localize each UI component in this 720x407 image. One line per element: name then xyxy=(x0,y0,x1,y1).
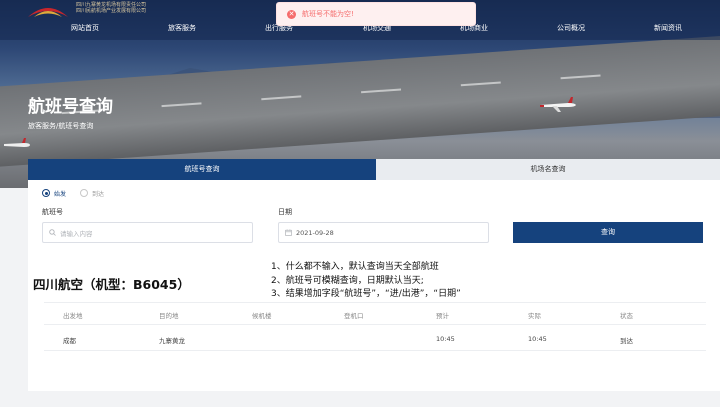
error-icon: ✕ xyxy=(287,9,296,19)
table-divider xyxy=(44,302,706,303)
tab-flight-number[interactable]: 航班号查询 xyxy=(28,159,376,180)
cell-scheduled: 10:45 xyxy=(436,335,455,343)
search-button[interactable]: 查询 xyxy=(513,222,703,243)
airplane-image xyxy=(540,97,576,112)
logo-text: 四川九寨黄龙机场有限责任公司 四川民航机场产业发展有限公司 xyxy=(76,2,146,14)
column-header-destination: 目的地 xyxy=(159,312,179,320)
radio-departure[interactable]: 始发 xyxy=(42,189,66,198)
nav-item-home[interactable]: 网站首页 xyxy=(71,23,99,33)
nav-item-passenger-services[interactable]: 旅客服务 xyxy=(168,23,196,33)
query-tabs: 航班号查询 机场名查询 xyxy=(28,159,720,180)
cell-actual: 10:45 xyxy=(528,335,547,343)
note-line-1: 1、什么都不输入，默认查询当天全部航班 xyxy=(271,262,439,272)
cell-origin: 成都 xyxy=(63,337,76,345)
radio-label-departure: 始发 xyxy=(54,190,67,198)
column-header-terminal: 候机楼 xyxy=(252,312,272,320)
annotation-notes: 1、什么都不输入，默认查询当天全部航班 2、航班号可模糊查询，日期默认当天; 3… xyxy=(271,261,461,302)
flight-number-input[interactable]: 请输入内容 xyxy=(42,222,253,243)
column-header-gate: 登机口 xyxy=(344,312,364,320)
airline-logo-icon[interactable] xyxy=(26,1,70,19)
nav-item-news[interactable]: 新闻资讯 xyxy=(654,23,682,33)
note-line-3: 3、结果增加字段“航班号”，“进/出港”，“日期” xyxy=(271,289,461,299)
column-header-actual: 实际 xyxy=(528,312,541,320)
date-picker-input[interactable]: 2021-09-28 xyxy=(278,222,489,243)
column-header-scheduled: 预计 xyxy=(436,312,449,320)
radio-unchecked-icon xyxy=(80,189,89,197)
note-line-2: 2、航班号可模糊查询，日期默认当天; xyxy=(271,275,424,286)
radio-arrival[interactable]: 到达 xyxy=(80,189,104,198)
radio-label-arrival: 到达 xyxy=(92,190,105,198)
airplane-image-left xyxy=(4,138,30,147)
search-icon xyxy=(49,229,56,236)
cell-status: 到达 xyxy=(620,337,633,345)
column-header-status: 状态 xyxy=(620,312,633,320)
flight-number-placeholder: 请输入内容 xyxy=(60,229,93,238)
date-value: 2021-09-28 xyxy=(296,228,334,237)
column-header-origin: 出发地 xyxy=(63,312,83,320)
direction-radio-group: 始发 到达 xyxy=(42,188,118,198)
radio-checked-icon xyxy=(42,189,50,197)
toast-message: 航班号不能为空! xyxy=(302,10,354,18)
date-label: 日期 xyxy=(278,208,292,216)
table-divider xyxy=(44,350,706,351)
nav-item-company-overview[interactable]: 公司概况 xyxy=(557,23,585,33)
error-toast: ✕ 航班号不能为空! xyxy=(276,2,476,26)
tab-airport-name[interactable]: 机场名查询 xyxy=(376,159,720,180)
cell-destination: 九寨黄龙 xyxy=(159,337,185,345)
calendar-icon xyxy=(285,229,292,236)
logo-line-2: 四川民航机场产业发展有限公司 xyxy=(76,8,147,14)
page-title: 航班号查询 xyxy=(28,97,113,117)
table-divider xyxy=(44,324,706,325)
breadcrumb[interactable]: 旅客服务/航班号查询 xyxy=(28,121,93,131)
flight-number-label: 航班号 xyxy=(42,208,63,216)
result-title: 四川航空（机型：B6045） xyxy=(33,277,190,292)
